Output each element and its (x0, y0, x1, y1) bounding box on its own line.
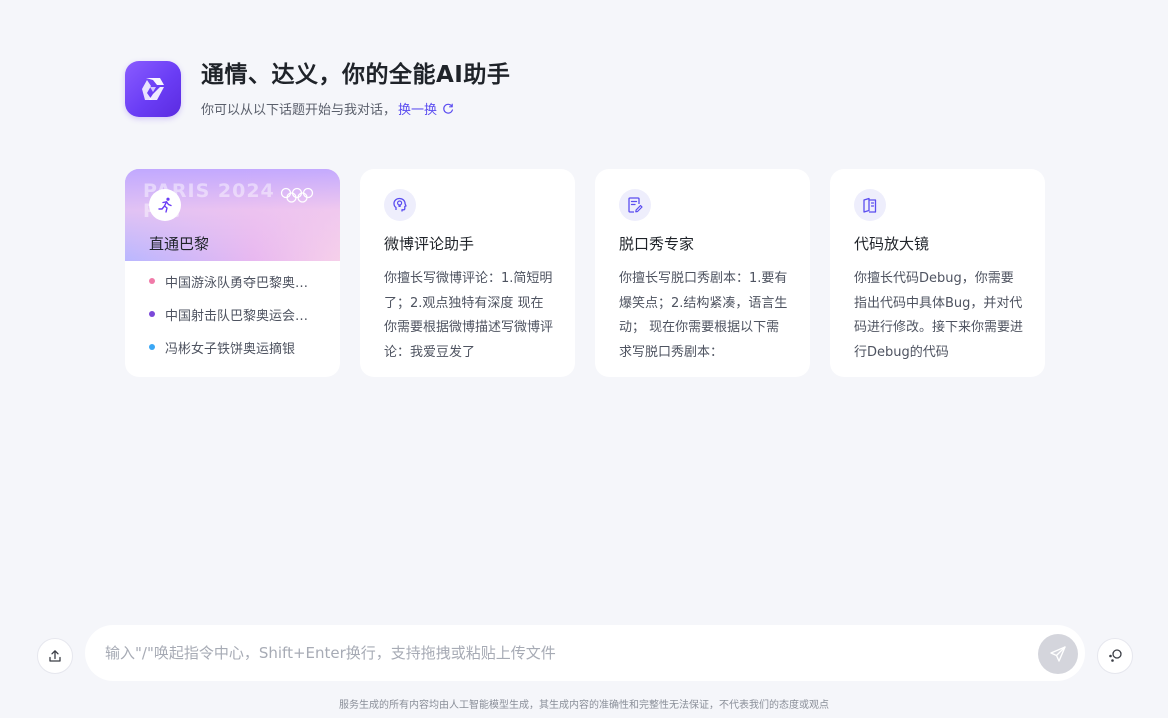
news-item-2[interactable]: 中国射击队巴黎奥运会夺冠 (149, 304, 329, 324)
hero-subtitle: 你可以从以下话题开始与我对话， 换一换 (201, 99, 510, 118)
chat-input[interactable] (105, 644, 1005, 662)
send-button[interactable] (1038, 634, 1078, 674)
news-list: 中国游泳队勇夺巴黎奥运金牌 中国射击队巴黎奥运会夺冠 冯彬女子铁饼奥运摘银 (149, 271, 329, 370)
book-icon (854, 189, 886, 221)
card-description: 你擅长代码Debug，你需要指出代码中具体Bug，并对代码进行修改。接下来你需要… (854, 271, 1024, 360)
hero: 通情、达义，你的全能AI助手 你可以从以下话题开始与我对话， 换一换 (125, 61, 510, 118)
card-title: 直通巴黎 (149, 235, 210, 253)
swap-topics-link[interactable]: 换一换 (398, 99, 437, 118)
send-icon (1050, 646, 1066, 662)
bullet-dot (149, 311, 155, 317)
card-title: 代码放大镜 (854, 235, 930, 253)
chat-input-bar (85, 625, 1085, 681)
upload-button[interactable] (37, 638, 73, 674)
page-title: 通情、达义，你的全能AI助手 (201, 62, 511, 88)
plugin-icon (1109, 649, 1122, 662)
running-icon (149, 189, 181, 221)
card-description: 你擅长写微博评论：1.简短明了；2.观点独特有深度 现在你需要根据微博描述写微博… (384, 271, 554, 360)
page: 通情、达义，你的全能AI助手 你可以从以下话题开始与我对话， 换一换 PARIS… (0, 0, 1168, 718)
olympic-rings-icon (280, 187, 314, 203)
topic-card-paris[interactable]: PARIS 2024 PIC 直通巴黎 (125, 169, 340, 377)
upload-icon (49, 650, 61, 662)
lightbulb-head-icon (384, 189, 416, 221)
disclaimer: 服务生成的所有内容均由人工智能模型生成，其生成内容的准确性和完整性无法保证，不代… (339, 700, 829, 711)
topic-card-standup[interactable]: 脱口秀专家 你擅长写脱口秀剧本：1.要有爆笑点；2.结构紧凑，语言生动； 现在你… (595, 169, 810, 377)
edit-note-icon (619, 189, 651, 221)
card-title: 脱口秀专家 (619, 235, 695, 253)
topic-card-code[interactable]: 代码放大镜 你擅长代码Debug，你需要指出代码中具体Bug，并对代码进行修改。… (830, 169, 1045, 377)
card-title: 微博评论助手 (384, 235, 475, 253)
news-item-1[interactable]: 中国游泳队勇夺巴黎奥运金牌 (149, 271, 329, 291)
bullet-dot (149, 344, 155, 350)
bullet-dot (149, 278, 155, 284)
topic-cards: PARIS 2024 PIC 直通巴黎 (125, 169, 1045, 377)
topic-card-weibo[interactable]: 微博评论助手 你擅长写微博评论：1.简短明了；2.观点独特有深度 现在你需要根据… (360, 169, 575, 377)
news-item-3[interactable]: 冯彬女子铁饼奥运摘银 (149, 337, 329, 357)
subtitle-text: 你可以从以下话题开始与我对话， (201, 103, 397, 118)
refresh-icon[interactable] (442, 103, 454, 115)
card-description: 你擅长写脱口秀剧本：1.要有爆笑点；2.结构紧凑，语言生动； 现在你需要根据以下… (619, 271, 788, 360)
tongyi-logo-icon (125, 61, 181, 117)
plugin-button[interactable] (1097, 638, 1133, 674)
